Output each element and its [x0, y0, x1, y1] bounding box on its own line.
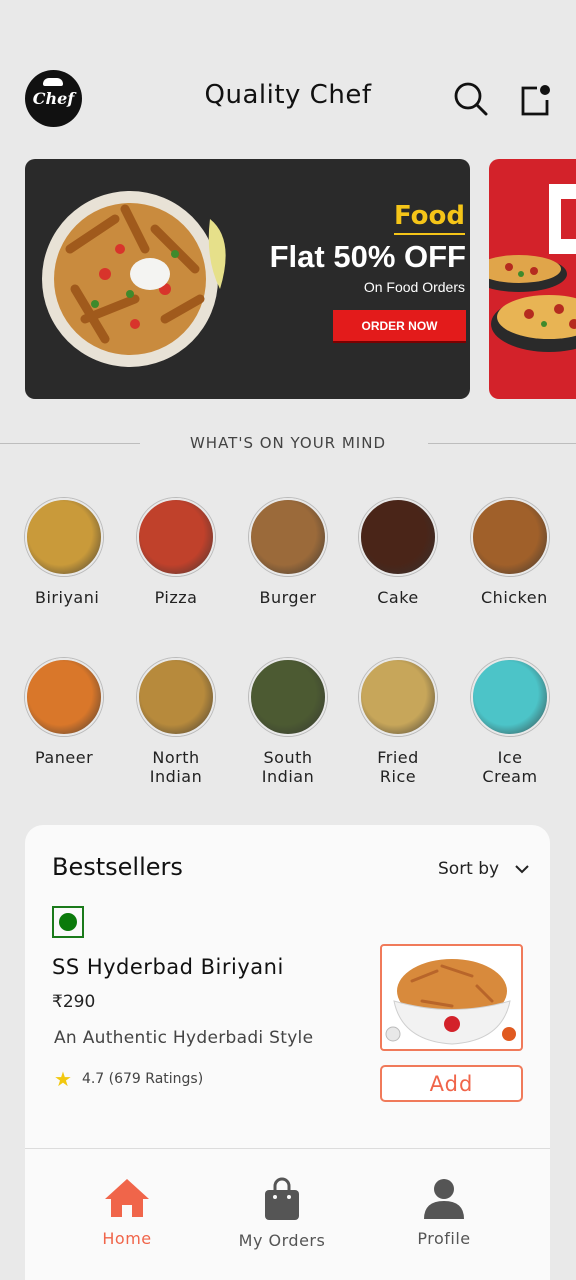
notification-icon — [521, 85, 550, 116]
dish-image[interactable] — [380, 944, 523, 1051]
dish-name: SS Hyderbad Biriyani — [52, 955, 284, 979]
bestsellers-card: Bestsellers Sort by SS Hyderbad Biriyani… — [25, 825, 550, 1155]
nav-profile[interactable]: Profile — [384, 1177, 504, 1248]
fries-plate-image — [42, 191, 226, 367]
star-icon: ★ — [54, 1067, 72, 1091]
category-item[interactable]: North Indian — [121, 658, 231, 786]
search-icon — [454, 82, 488, 116]
add-button[interactable]: Add — [380, 1065, 523, 1102]
nav-my-orders[interactable]: My Orders — [222, 1177, 342, 1250]
category-label: Paneer — [35, 748, 94, 767]
category-item[interactable]: South Indian — [233, 658, 343, 786]
home-icon — [105, 1179, 149, 1217]
pizza-banner-image — [489, 184, 576, 352]
category-image — [25, 658, 103, 736]
category-item[interactable]: Biriyani — [9, 498, 119, 607]
banner-headline: Flat 50% OFF — [269, 239, 466, 274]
category-label: Burger — [259, 588, 317, 607]
category-item[interactable]: Pizza — [121, 498, 231, 607]
category-label: North Indian — [149, 748, 203, 786]
sort-by-button[interactable]: Sort by — [438, 859, 529, 879]
category-image — [471, 658, 549, 736]
shopping-bag-icon — [265, 1177, 299, 1220]
banner-food-word: Food — [393, 201, 465, 235]
nav-home[interactable]: Home — [67, 1177, 187, 1248]
category-image — [359, 658, 437, 736]
category-item[interactable]: Fried Rice — [343, 658, 453, 786]
category-item[interactable]: Paneer — [9, 658, 119, 767]
veg-indicator-icon — [52, 906, 84, 938]
chevron-down-icon — [514, 865, 529, 874]
category-item[interactable]: Burger — [233, 498, 343, 607]
section-header: WHAT'S ON YOUR MIND — [0, 434, 576, 454]
category-image — [359, 498, 437, 576]
category-image — [471, 498, 549, 576]
category-label: Cake — [377, 588, 419, 607]
category-item[interactable]: Cake — [343, 498, 453, 607]
dish-price: ₹290 — [52, 992, 96, 1012]
category-image — [137, 658, 215, 736]
category-label: Ice Cream — [482, 748, 538, 786]
category-image — [249, 658, 327, 736]
profile-icon — [424, 1179, 464, 1219]
order-now-button[interactable]: ORDER NOW — [333, 310, 466, 341]
dish-description: An Authentic Hyderbadi Style — [54, 1028, 314, 1048]
promo-carousel[interactable]: Food Flat 50% OFF On Food Orders ORDER N… — [0, 159, 576, 399]
nav-home-label: Home — [102, 1229, 152, 1248]
bestsellers-title: Bestsellers — [52, 853, 183, 881]
category-item[interactable]: Chicken — [455, 498, 565, 607]
app-title: Quality Chef — [204, 80, 372, 110]
banner-subline: On Food Orders — [363, 279, 465, 295]
category-image — [25, 498, 103, 576]
category-label: Fried Rice — [377, 748, 419, 786]
category-label: Pizza — [154, 588, 198, 607]
search-button[interactable] — [454, 82, 488, 116]
category-image — [137, 498, 215, 576]
nav-my-orders-label: My Orders — [238, 1231, 326, 1250]
category-label: Biriyani — [35, 588, 100, 607]
bottom-navigation: Home My Orders Profile — [25, 1148, 550, 1280]
divider — [428, 443, 576, 444]
rating-text: 4.7 (679 Ratings) — [81, 1071, 204, 1087]
app-header: Chef Quality Chef — [0, 70, 576, 127]
nav-profile-label: Profile — [417, 1229, 471, 1248]
sort-by-label: Sort by — [438, 859, 500, 879]
biriyani-bowl-image — [385, 959, 516, 1045]
category-item[interactable]: Ice Cream — [455, 658, 565, 786]
notification-button[interactable] — [519, 84, 551, 116]
promo-banner[interactable]: Food Flat 50% OFF On Food Orders ORDER N… — [25, 159, 470, 399]
promo-banner-pizza[interactable] — [489, 159, 576, 399]
category-label: Chicken — [481, 588, 548, 607]
category-image — [249, 498, 327, 576]
category-label: South Indian — [261, 748, 315, 786]
dish-rating: ★ 4.7 (679 Ratings) — [54, 1067, 203, 1091]
